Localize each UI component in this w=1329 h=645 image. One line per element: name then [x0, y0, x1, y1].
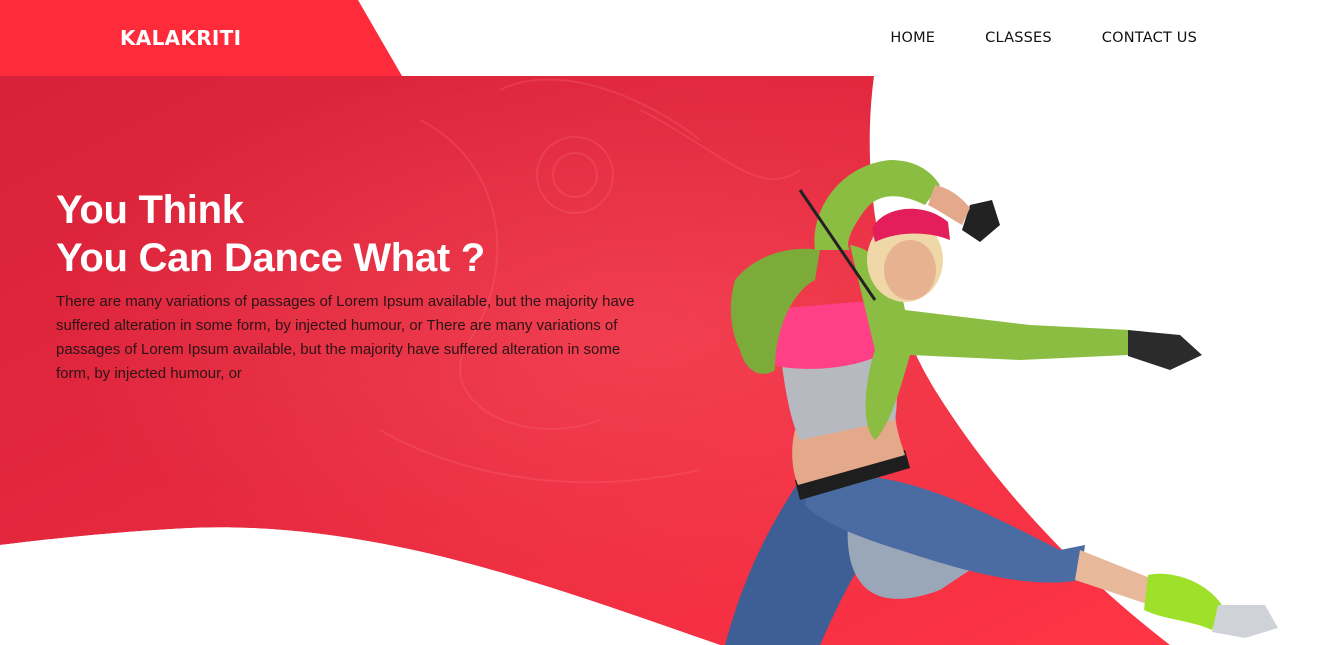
main-nav: HOME CLASSES CONTACT US: [890, 28, 1197, 48]
hero-title-line-1: You Think: [56, 188, 244, 232]
nav-contact-us[interactable]: CONTACT US: [1102, 28, 1197, 48]
hero-title: You Think You Can Dance What ?: [56, 186, 656, 282]
landing-page: KALAKRITI HOME CLASSES CONTACT US You Th…: [0, 0, 1329, 645]
nav-classes[interactable]: CLASSES: [985, 28, 1052, 48]
dancer-image: [725, 160, 1278, 645]
hero-title-line-2: You Can Dance What ?: [56, 236, 485, 280]
brand-logo[interactable]: KALAKRITI: [120, 24, 241, 52]
nav-home[interactable]: HOME: [890, 28, 935, 48]
hero-description: There are many variations of passages of…: [56, 293, 635, 382]
hero-text-block: You Think You Can Dance What ? There are…: [56, 186, 656, 386]
